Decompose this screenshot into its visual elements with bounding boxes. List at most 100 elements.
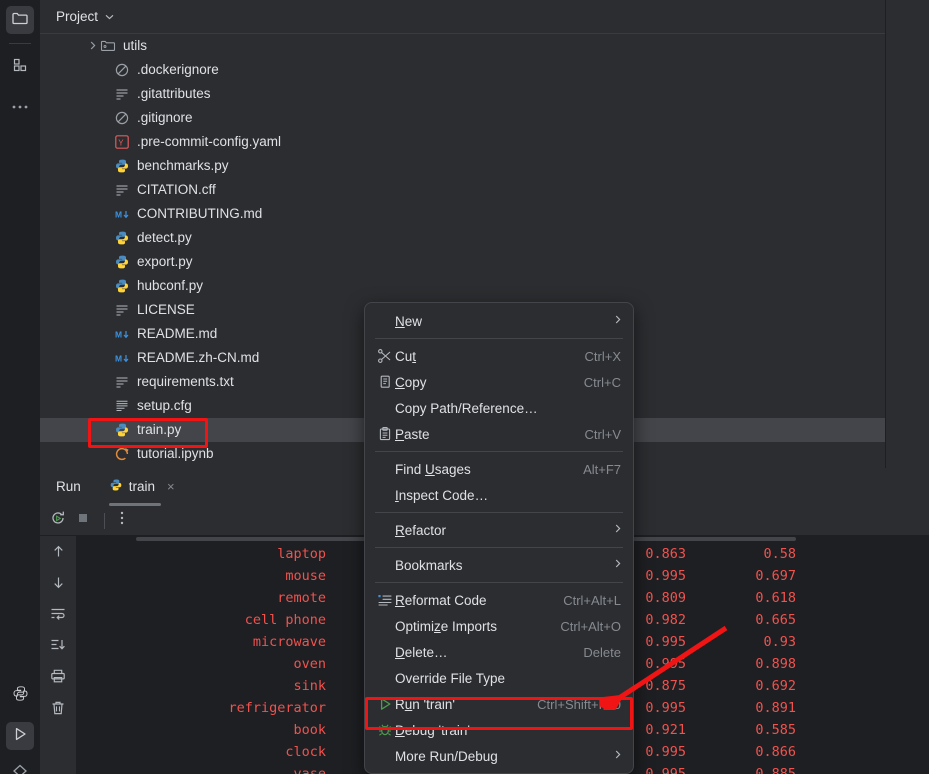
ide-window: Project utils .dockerignore .gitattributes… xyxy=(0,0,929,774)
soft-wrap-icon[interactable] xyxy=(50,606,66,626)
tree-item-label: utils xyxy=(123,38,148,54)
menu-item-cut[interactable]: Cut Ctrl+X xyxy=(365,343,633,369)
tree-item-label: .pre-commit-config.yaml xyxy=(137,134,282,150)
console-cell-name: refrigerator xyxy=(228,700,326,716)
reformat-icon xyxy=(375,592,395,608)
tree-item--dockerignore[interactable]: .dockerignore xyxy=(40,58,885,82)
sidebar-item-project[interactable] xyxy=(6,6,34,34)
menu-item-label: New xyxy=(395,313,423,329)
tree-item--gitattributes[interactable]: .gitattributes xyxy=(40,82,885,106)
tree-item-benchmarks-py[interactable]: benchmarks.py xyxy=(40,154,885,178)
sidebar-item-python-packages[interactable] xyxy=(6,682,34,710)
menu-item-copy-path-reference[interactable]: Copy Path/Reference… xyxy=(365,395,633,421)
menu-item-inspect-code[interactable]: Inspect Code… xyxy=(365,482,633,508)
menu-item-delete[interactable]: Delete… Delete xyxy=(365,639,633,665)
menu-item-optimize-imports[interactable]: Optimize Imports Ctrl+Alt+O xyxy=(365,613,633,639)
console-cell-v2: 0.866 xyxy=(755,744,796,760)
sidebar-item-more[interactable] xyxy=(6,92,34,120)
tree-item-label: .dockerignore xyxy=(137,62,219,78)
python-icon xyxy=(114,254,132,270)
sidebar-item-version-control[interactable] xyxy=(6,760,34,774)
console-cell-name: microwave xyxy=(252,634,326,650)
python-icon xyxy=(12,685,29,707)
markdown-icon: M xyxy=(114,350,132,366)
folder-icon xyxy=(11,9,29,32)
console-cell-v2: 0.618 xyxy=(755,590,796,606)
tree-item-citation-cff[interactable]: CITATION.cff xyxy=(40,178,885,202)
menu-item-run-train[interactable]: Run 'train' Ctrl+Shift+F10 xyxy=(365,691,633,717)
vertical-dots-icon[interactable] xyxy=(119,510,125,531)
yaml-icon: Y xyxy=(114,134,132,150)
close-icon[interactable]: × xyxy=(167,479,175,494)
chevron-right-icon[interactable] xyxy=(86,41,100,52)
menu-item-new[interactable]: New xyxy=(365,308,633,334)
arrow-down-icon[interactable] xyxy=(51,575,66,595)
sidebar-item-structure[interactable] xyxy=(6,53,34,81)
rerun-icon[interactable] xyxy=(50,510,66,531)
sidebar-item-run[interactable] xyxy=(6,722,34,750)
menu-item-shortcut: Ctrl+Alt+O xyxy=(560,618,621,634)
svg-text:M: M xyxy=(115,330,122,340)
tree-item-hubconf-py[interactable]: hubconf.py xyxy=(40,274,885,298)
tree-item-detect-py[interactable]: detect.py xyxy=(40,226,885,250)
printer-icon[interactable] xyxy=(50,668,66,689)
menu-item-label: Debug 'train' xyxy=(395,722,470,738)
python-icon xyxy=(114,422,132,438)
text-icon xyxy=(114,86,132,102)
menu-item-override-file-type[interactable]: Override File Type xyxy=(365,665,633,691)
menu-item-debug-train[interactable]: Debug 'train' xyxy=(365,717,633,743)
toolbar-separator xyxy=(104,512,105,529)
ignore-icon xyxy=(114,62,132,78)
menu-item-label: Reformat Code xyxy=(395,592,487,608)
python-icon xyxy=(109,478,123,495)
svg-text:Y: Y xyxy=(118,138,124,147)
tree-item-utils[interactable]: utils xyxy=(40,34,885,58)
run-window-label: Run xyxy=(56,479,81,494)
tree-item--gitignore[interactable]: .gitignore xyxy=(40,106,885,130)
chevron-down-icon[interactable] xyxy=(105,12,114,22)
console-cell-v2: 0.58 xyxy=(763,546,796,562)
menu-item-label: Copy Path/Reference… xyxy=(395,400,538,416)
menu-item-label: Run 'train' xyxy=(395,696,455,712)
tab-train[interactable]: train × xyxy=(108,468,175,506)
console-cell-name: laptop xyxy=(277,546,326,562)
left-tool-strip xyxy=(0,0,40,774)
menu-item-label: Find Usages xyxy=(395,461,471,477)
text-icon xyxy=(114,374,132,390)
console-cell-name: book xyxy=(293,722,326,738)
menu-item-label: Delete… xyxy=(395,644,448,660)
tree-item--pre-commit-config-yaml[interactable]: Y .pre-commit-config.yaml xyxy=(40,130,885,154)
console-cell-v2: 0.697 xyxy=(755,568,796,584)
scroll-end-icon[interactable] xyxy=(50,637,66,657)
tree-item-label: README.zh-CN.md xyxy=(137,350,260,366)
menu-item-refactor[interactable]: Refactor xyxy=(365,517,633,543)
file-context-menu[interactable]: New Cut Ctrl+X Copy Ctrl+C Copy Path/Referenc… xyxy=(364,302,634,774)
project-panel-header[interactable]: Project xyxy=(40,0,885,34)
menu-item-bookmarks[interactable]: Bookmarks xyxy=(365,552,633,578)
console-cell-name: sink xyxy=(293,678,326,694)
menu-item-shortcut: Delete xyxy=(583,644,621,660)
tree-item-contributing-md[interactable]: M CONTRIBUTING.md xyxy=(40,202,885,226)
console-cell-v2: 0.891 xyxy=(755,700,796,716)
menu-item-shortcut: Ctrl+X xyxy=(584,348,621,364)
play-icon xyxy=(11,725,29,748)
menu-item-copy[interactable]: Copy Ctrl+C xyxy=(365,369,633,395)
console-cell-v2: 0.898 xyxy=(755,656,796,672)
console-cell-v2: 0.665 xyxy=(755,612,796,628)
menu-item-paste[interactable]: Paste Ctrl+V xyxy=(365,421,633,447)
text-icon xyxy=(114,302,132,318)
trash-icon[interactable] xyxy=(50,700,66,721)
branch-icon xyxy=(11,763,29,774)
tree-item-label: README.md xyxy=(137,326,218,342)
chevron-right-icon xyxy=(615,750,633,762)
arrow-up-icon[interactable] xyxy=(51,544,66,564)
menu-item-find-usages[interactable]: Find Usages Alt+F7 xyxy=(365,456,633,482)
menu-separator xyxy=(375,338,623,339)
markdown-icon: M xyxy=(114,326,132,342)
tree-item-label: CITATION.cff xyxy=(137,182,216,198)
stop-icon[interactable] xyxy=(76,511,90,530)
menu-item-shortcut: Ctrl+Shift+F10 xyxy=(537,696,621,712)
menu-item-reformat-code[interactable]: Reformat Code Ctrl+Alt+L xyxy=(365,587,633,613)
tree-item-export-py[interactable]: export.py xyxy=(40,250,885,274)
menu-item-more-run-debug[interactable]: More Run/Debug xyxy=(365,743,633,769)
